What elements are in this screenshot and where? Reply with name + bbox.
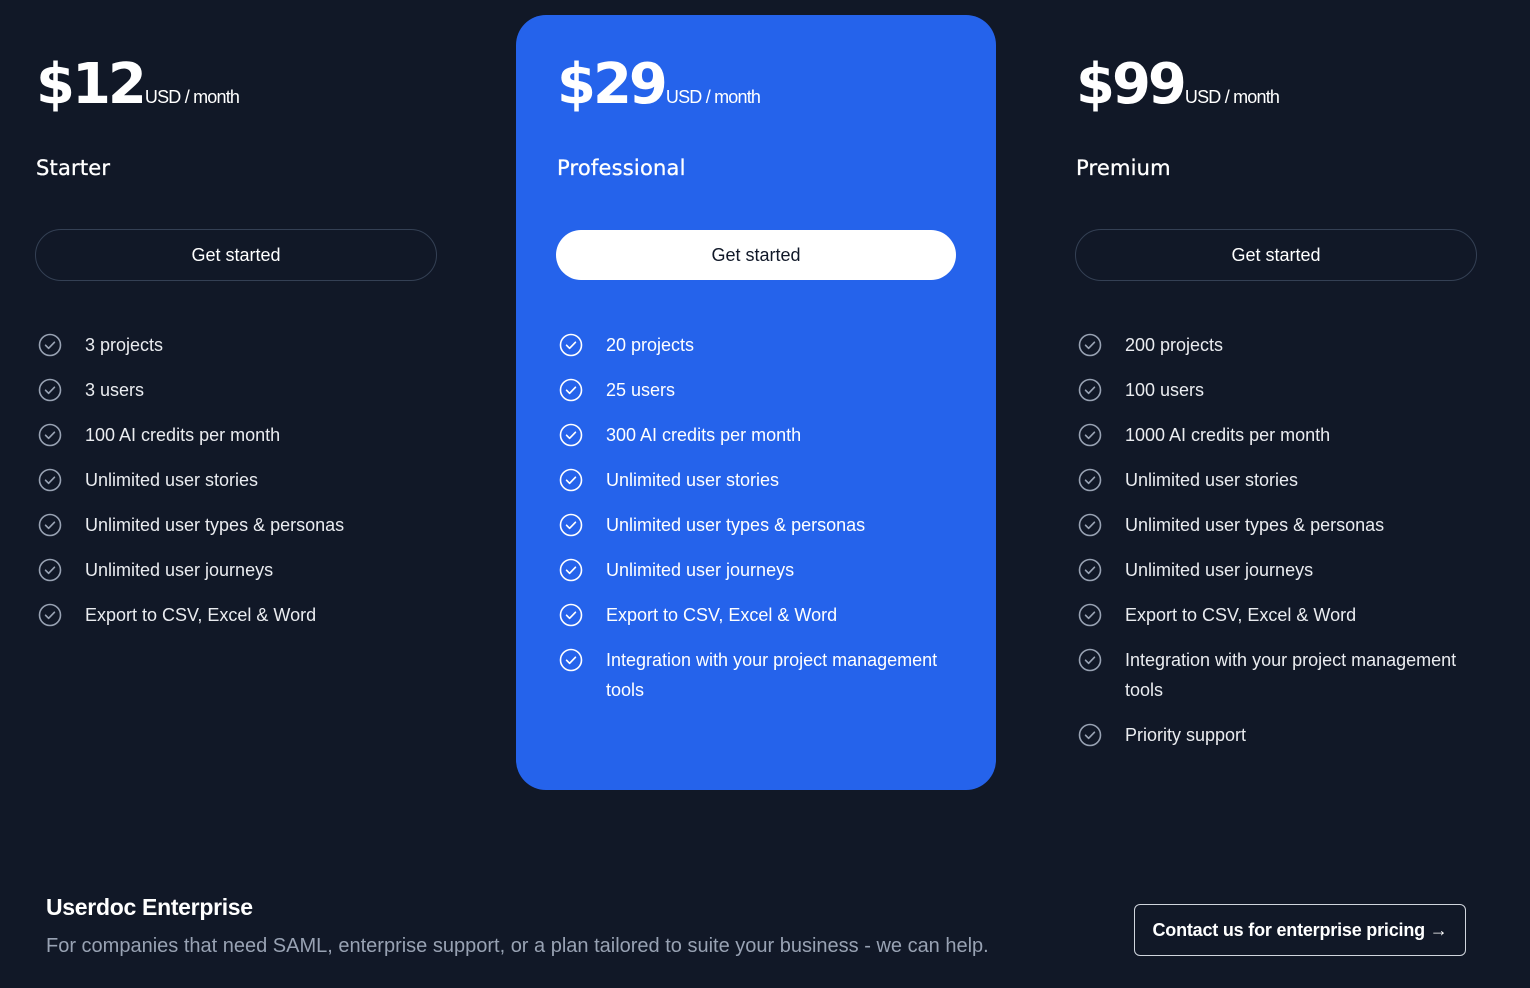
check-circle-icon [1078,378,1102,402]
feature-text: Unlimited user journeys [1125,560,1314,580]
feature-item: Unlimited user journeys [1078,555,1498,585]
feature-text: Export to CSV, Excel & Word [85,605,317,625]
feature-item: 100 users [1078,375,1498,405]
feature-text: Integration with your project management… [606,650,938,700]
check-circle-icon [38,423,62,447]
check-circle-icon [559,333,583,357]
feature-text: 100 users [1125,380,1205,400]
feature-text: 3 projects [85,335,164,355]
feature-text: 20 projects [606,335,695,355]
plan-name: Professional [557,156,686,180]
check-circle-icon [559,423,583,447]
feature-item: 300 AI credits per month [559,420,979,450]
feature-item: Unlimited user stories [1078,465,1498,495]
get-started-button[interactable]: Get started [1075,229,1477,281]
check-circle-icon [559,648,583,672]
check-circle-icon [1078,558,1102,582]
feature-item: Unlimited user types & personas [38,510,458,540]
feature-text: 25 users [606,380,676,400]
check-circle-icon [38,603,62,627]
check-circle-icon [1078,648,1102,672]
check-circle-icon [1078,513,1102,537]
feature-item: 25 users [559,375,979,405]
feature-item: 100 AI credits per month [38,420,458,450]
feature-text: Unlimited user stories [85,470,259,490]
get-started-button[interactable]: Get started [35,229,437,281]
check-circle-icon [1078,468,1102,492]
contact-enterprise-button[interactable]: Contact us for enterprise pricing → [1134,904,1466,956]
feature-item: 200 projects [1078,330,1498,360]
check-circle-icon [1078,333,1102,357]
feature-text: 200 projects [1125,335,1224,355]
check-circle-icon [1078,423,1102,447]
feature-item: Integration with your project management… [1078,645,1498,705]
feature-list: 20 projects 25 users 300 AI credits per mo… [559,330,979,720]
feature-text: Unlimited user types & personas [1125,515,1385,535]
feature-text: Unlimited user stories [606,470,780,490]
feature-text: Integration with your project management… [1125,650,1457,700]
feature-item: Export to CSV, Excel & Word [38,600,458,630]
price: $12 USD / month [36,52,240,117]
feature-text: Priority support [1125,725,1247,745]
price: $99 USD / month [1076,52,1280,117]
feature-text: Unlimited user journeys [85,560,274,580]
feature-list: 200 projects 100 users 1000 AI credits per… [1078,330,1498,765]
feature-item: Unlimited user stories [559,465,979,495]
feature-item: Export to CSV, Excel & Word [1078,600,1498,630]
check-circle-icon [38,468,62,492]
enterprise-description: For companies that need SAML, enterprise… [46,935,989,957]
feature-text: 300 AI credits per month [606,425,802,445]
feature-text: Unlimited user types & personas [85,515,345,535]
feature-item: Priority support [1078,720,1498,750]
feature-item: Unlimited user stories [38,465,458,495]
check-circle-icon [38,378,62,402]
feature-item: 1000 AI credits per month [1078,420,1498,450]
feature-item: 3 users [38,375,458,405]
check-circle-icon [559,603,583,627]
feature-item: Unlimited user types & personas [559,510,979,540]
feature-text: Export to CSV, Excel & Word [1125,605,1357,625]
feature-item: Export to CSV, Excel & Word [559,600,979,630]
enterprise-title: Userdoc Enterprise [46,894,253,920]
price-amount: $12 [36,52,147,117]
feature-list: 3 projects 3 users 100 AI credits per mont… [38,330,458,645]
feature-item: Unlimited user types & personas [1078,510,1498,540]
feature-text: Export to CSV, Excel & Word [606,605,838,625]
check-circle-icon [38,333,62,357]
check-circle-icon [1078,603,1102,627]
feature-item: 3 projects [38,330,458,360]
feature-item: Integration with your project management… [559,645,979,705]
feature-item: Unlimited user journeys [559,555,979,585]
feature-text: 3 users [85,380,145,400]
check-circle-icon [559,468,583,492]
price: $29 USD / month [557,52,761,117]
feature-text: Unlimited user types & personas [606,515,866,535]
plan-card-professional: $29 USD / month Professional Get started… [516,15,996,790]
price-unit: USD / month [1184,87,1280,107]
price-unit: USD / month [144,87,240,107]
get-started-button[interactable]: Get started [556,230,956,280]
feature-item: 20 projects [559,330,979,360]
price-unit: USD / month [665,87,761,107]
feature-text: 100 AI credits per month [85,425,281,445]
price-amount: $99 [1076,52,1187,117]
check-circle-icon [38,558,62,582]
enterprise-section: Userdoc Enterprise For companies that ne… [46,894,989,958]
check-circle-icon [1078,723,1102,747]
plan-name: Premium [1076,156,1171,180]
feature-item: Unlimited user journeys [38,555,458,585]
feature-text: Unlimited user stories [1125,470,1299,490]
check-circle-icon [559,378,583,402]
feature-text: Unlimited user journeys [606,560,795,580]
plan-name: Starter [36,156,111,180]
check-circle-icon [38,513,62,537]
price-amount: $29 [557,52,668,117]
check-circle-icon [559,513,583,537]
check-circle-icon [559,558,583,582]
feature-text: 1000 AI credits per month [1125,425,1331,445]
pricing-page: $12 USD / month Starter Get started 3 pr… [0,0,1530,988]
